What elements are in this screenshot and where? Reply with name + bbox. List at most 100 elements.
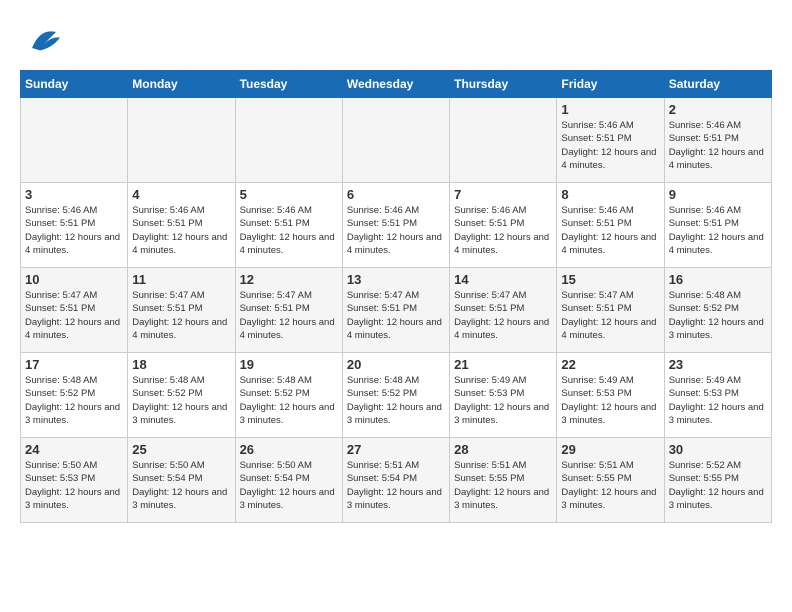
calendar-cell: 20 Sunrise: 5:48 AM Sunset: 5:52 PM Dayli…: [342, 353, 449, 438]
day-info: Sunrise: 5:48 AM Sunset: 5:52 PM Dayligh…: [669, 289, 767, 342]
day-info: Sunrise: 5:46 AM Sunset: 5:51 PM Dayligh…: [25, 204, 123, 257]
day-info: Sunrise: 5:51 AM Sunset: 5:55 PM Dayligh…: [454, 459, 552, 512]
calendar-week-row: 17 Sunrise: 5:48 AM Sunset: 5:52 PM Dayli…: [21, 353, 772, 438]
page-header: [20, 20, 772, 60]
calendar-week-row: 10 Sunrise: 5:47 AM Sunset: 5:51 PM Dayli…: [21, 268, 772, 353]
calendar-cell: 1 Sunrise: 5:46 AM Sunset: 5:51 PM Daylig…: [557, 98, 664, 183]
day-number: 2: [669, 102, 767, 117]
day-info: Sunrise: 5:50 AM Sunset: 5:54 PM Dayligh…: [240, 459, 338, 512]
day-number: 14: [454, 272, 552, 287]
day-info: Sunrise: 5:51 AM Sunset: 5:55 PM Dayligh…: [561, 459, 659, 512]
calendar-cell: 2 Sunrise: 5:46 AM Sunset: 5:51 PM Daylig…: [664, 98, 771, 183]
calendar-cell: 6 Sunrise: 5:46 AM Sunset: 5:51 PM Daylig…: [342, 183, 449, 268]
calendar-cell: 26 Sunrise: 5:50 AM Sunset: 5:54 PM Dayli…: [235, 438, 342, 523]
day-number: 3: [25, 187, 123, 202]
calendar-cell: 12 Sunrise: 5:47 AM Sunset: 5:51 PM Dayli…: [235, 268, 342, 353]
calendar-cell: 28Sunrise: 5:51 AM Sunset: 5:55 PM Dayli…: [450, 438, 557, 523]
day-info: Sunrise: 5:46 AM Sunset: 5:51 PM Dayligh…: [132, 204, 230, 257]
calendar-cell: 22 Sunrise: 5:49 AM Sunset: 5:53 PM Dayli…: [557, 353, 664, 438]
day-info: Sunrise: 5:46 AM Sunset: 5:51 PM Dayligh…: [561, 119, 659, 172]
calendar-cell: 24Sunrise: 5:50 AM Sunset: 5:53 PM Dayli…: [21, 438, 128, 523]
calendar-cell: [21, 98, 128, 183]
day-info: Sunrise: 5:46 AM Sunset: 5:51 PM Dayligh…: [669, 204, 767, 257]
calendar-cell: 7 Sunrise: 5:46 AM Sunset: 5:51 PM Daylig…: [450, 183, 557, 268]
calendar-week-row: 3 Sunrise: 5:46 AM Sunset: 5:51 PM Daylig…: [21, 183, 772, 268]
day-number: 6: [347, 187, 445, 202]
day-info: Sunrise: 5:48 AM Sunset: 5:52 PM Dayligh…: [25, 374, 123, 427]
calendar-cell: 18 Sunrise: 5:48 AM Sunset: 5:52 PM Dayli…: [128, 353, 235, 438]
day-number: 19: [240, 357, 338, 372]
day-number: 5: [240, 187, 338, 202]
day-number: 22: [561, 357, 659, 372]
day-info: Sunrise: 5:47 AM Sunset: 5:51 PM Dayligh…: [454, 289, 552, 342]
day-info: Sunrise: 5:47 AM Sunset: 5:51 PM Dayligh…: [561, 289, 659, 342]
day-info: Sunrise: 5:49 AM Sunset: 5:53 PM Dayligh…: [669, 374, 767, 427]
calendar-cell: 16 Sunrise: 5:48 AM Sunset: 5:52 PM Dayli…: [664, 268, 771, 353]
calendar-week-row: 1 Sunrise: 5:46 AM Sunset: 5:51 PM Daylig…: [21, 98, 772, 183]
day-info: Sunrise: 5:46 AM Sunset: 5:51 PM Dayligh…: [347, 204, 445, 257]
day-info: Sunrise: 5:49 AM Sunset: 5:53 PM Dayligh…: [561, 374, 659, 427]
day-info: Sunrise: 5:46 AM Sunset: 5:51 PM Dayligh…: [454, 204, 552, 257]
day-number: 8: [561, 187, 659, 202]
day-number: 15: [561, 272, 659, 287]
calendar-cell: 25 Sunrise: 5:50 AM Sunset: 5:54 PM Dayli…: [128, 438, 235, 523]
day-number: 4: [132, 187, 230, 202]
day-number: 23: [669, 357, 767, 372]
calendar-cell: 4 Sunrise: 5:46 AM Sunset: 5:51 PM Daylig…: [128, 183, 235, 268]
day-number: 27: [347, 442, 445, 457]
calendar-cell: 19 Sunrise: 5:48 AM Sunset: 5:52 PM Dayli…: [235, 353, 342, 438]
day-number: 25: [132, 442, 230, 457]
column-header-tuesday: Tuesday: [235, 71, 342, 98]
column-header-friday: Friday: [557, 71, 664, 98]
day-number: 1: [561, 102, 659, 117]
calendar-cell: 13 Sunrise: 5:47 AM Sunset: 5:51 PM Dayli…: [342, 268, 449, 353]
day-number: 12: [240, 272, 338, 287]
day-number: 16: [669, 272, 767, 287]
logo-bird-icon: [24, 20, 64, 60]
calendar-cell: 14 Sunrise: 5:47 AM Sunset: 5:51 PM Dayli…: [450, 268, 557, 353]
day-info: Sunrise: 5:48 AM Sunset: 5:52 PM Dayligh…: [240, 374, 338, 427]
day-info: Sunrise: 5:49 AM Sunset: 5:53 PM Dayligh…: [454, 374, 552, 427]
day-info: Sunrise: 5:47 AM Sunset: 5:51 PM Dayligh…: [25, 289, 123, 342]
column-header-thursday: Thursday: [450, 71, 557, 98]
day-number: 10: [25, 272, 123, 287]
column-header-wednesday: Wednesday: [342, 71, 449, 98]
day-number: 18: [132, 357, 230, 372]
day-number: 24: [25, 442, 123, 457]
calendar-header-row: SundayMondayTuesdayWednesdayThursdayFrid…: [21, 71, 772, 98]
column-header-sunday: Sunday: [21, 71, 128, 98]
day-number: 26: [240, 442, 338, 457]
day-info: Sunrise: 5:46 AM Sunset: 5:51 PM Dayligh…: [669, 119, 767, 172]
day-info: Sunrise: 5:47 AM Sunset: 5:51 PM Dayligh…: [240, 289, 338, 342]
calendar-cell: 21 Sunrise: 5:49 AM Sunset: 5:53 PM Dayli…: [450, 353, 557, 438]
day-number: 13: [347, 272, 445, 287]
calendar-cell: 9 Sunrise: 5:46 AM Sunset: 5:51 PM Daylig…: [664, 183, 771, 268]
day-number: 9: [669, 187, 767, 202]
calendar-cell: 29 Sunrise: 5:51 AM Sunset: 5:55 PM Dayli…: [557, 438, 664, 523]
day-info: Sunrise: 5:48 AM Sunset: 5:52 PM Dayligh…: [132, 374, 230, 427]
calendar-cell: 3 Sunrise: 5:46 AM Sunset: 5:51 PM Daylig…: [21, 183, 128, 268]
day-info: Sunrise: 5:46 AM Sunset: 5:51 PM Dayligh…: [240, 204, 338, 257]
day-number: 20: [347, 357, 445, 372]
calendar-table: SundayMondayTuesdayWednesdayThursdayFrid…: [20, 70, 772, 523]
day-number: 21: [454, 357, 552, 372]
calendar-cell: 30 Sunrise: 5:52 AM Sunset: 5:55 PM Dayli…: [664, 438, 771, 523]
calendar-cell: [342, 98, 449, 183]
calendar-cell: 5 Sunrise: 5:46 AM Sunset: 5:51 PM Daylig…: [235, 183, 342, 268]
calendar-cell: [450, 98, 557, 183]
day-info: Sunrise: 5:52 AM Sunset: 5:55 PM Dayligh…: [669, 459, 767, 512]
calendar-cell: 17 Sunrise: 5:48 AM Sunset: 5:52 PM Dayli…: [21, 353, 128, 438]
day-info: Sunrise: 5:48 AM Sunset: 5:52 PM Dayligh…: [347, 374, 445, 427]
day-info: Sunrise: 5:50 AM Sunset: 5:54 PM Dayligh…: [132, 459, 230, 512]
calendar-cell: 11Sunrise: 5:47 AM Sunset: 5:51 PM Dayli…: [128, 268, 235, 353]
day-number: 17: [25, 357, 123, 372]
calendar-cell: 10 Sunrise: 5:47 AM Sunset: 5:51 PM Dayli…: [21, 268, 128, 353]
day-number: 7: [454, 187, 552, 202]
day-number: 29: [561, 442, 659, 457]
calendar-cell: 27Sunrise: 5:51 AM Sunset: 5:54 PM Dayli…: [342, 438, 449, 523]
day-info: Sunrise: 5:47 AM Sunset: 5:51 PM Dayligh…: [347, 289, 445, 342]
logo: [20, 20, 64, 60]
calendar-cell: 15 Sunrise: 5:47 AM Sunset: 5:51 PM Dayli…: [557, 268, 664, 353]
day-number: 30: [669, 442, 767, 457]
calendar-cell: 8Sunrise: 5:46 AM Sunset: 5:51 PM Daylig…: [557, 183, 664, 268]
